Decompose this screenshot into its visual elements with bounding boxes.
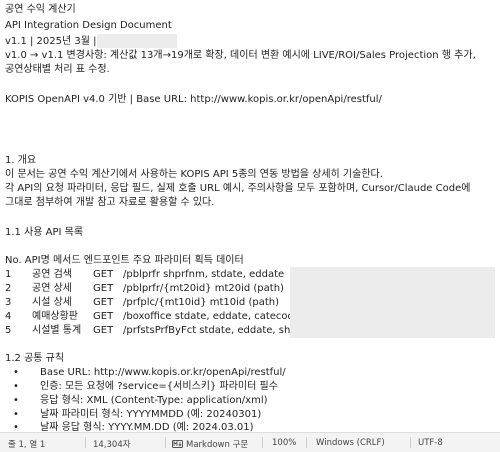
status-divider bbox=[165, 437, 166, 448]
doc-subtitle: API Integration Design Document bbox=[5, 20, 172, 31]
section-1-2-title: 1.2 공통 규칙 bbox=[5, 353, 65, 364]
redacted-block bbox=[97, 34, 177, 48]
section-1-para-2: 각 API의 요청 파라미터, 응답 필드, 실제 호출 URL 예시, 주의사… bbox=[5, 183, 471, 194]
changelog-line-1: v1.0 → v1.1 변경사항: 계산값 13개→19개로 확장, 데이터 변… bbox=[5, 50, 476, 61]
doc-title: 공연 수익 계산기 bbox=[5, 4, 76, 15]
doc-version-line: v1.1 | 2025년 3월 | bbox=[5, 36, 97, 47]
language-mode-label: Markdown 구문 bbox=[186, 440, 249, 450]
character-count: 14,304자 bbox=[93, 440, 131, 450]
zoom-level[interactable]: 100% bbox=[272, 438, 296, 448]
bullet-icon: • bbox=[13, 395, 19, 406]
redacted-block bbox=[290, 267, 495, 338]
status-divider bbox=[306, 437, 307, 448]
cursor-position[interactable]: 줄 1, 열 1 bbox=[8, 438, 45, 450]
changelog-line-2: 공연상태별 처리 표 수정. bbox=[5, 64, 110, 75]
encoding[interactable]: UTF-8 bbox=[418, 438, 443, 448]
editor-text-area[interactable]: 공연 수익 계산기 API Integration Design Documen… bbox=[0, 0, 500, 432]
section-1-para-3: 그대로 첨부하여 개발 참고 자료로 활용할 수 있다. bbox=[5, 197, 215, 208]
bullet-icon: • bbox=[13, 422, 19, 432]
markdown-icon bbox=[172, 440, 183, 448]
section-1-1-title: 1.1 사용 API 목록 bbox=[5, 227, 84, 238]
status-divider bbox=[85, 437, 86, 448]
language-mode[interactable]: Markdown 구문 bbox=[172, 438, 248, 450]
api-base-line: KOPIS OpenAPI v4.0 기반 | Base URL: http:/… bbox=[5, 94, 382, 105]
section-1-title: 1. 개요 bbox=[5, 155, 37, 166]
status-divider bbox=[262, 437, 263, 448]
bullet-icon: • bbox=[13, 367, 19, 378]
bullet-icon: • bbox=[13, 409, 19, 420]
status-bar: 줄 1, 열 1 14,304자 Markdown 구문 100% Window… bbox=[0, 432, 500, 452]
table-header: No. API명 메서드 엔드포인트 주요 파라미터 획득 데이터 bbox=[5, 255, 244, 266]
section-1-para-1: 이 문서는 공연 수익 계산기에서 사용하는 KOPIS API 5종의 연동 … bbox=[5, 169, 383, 180]
status-divider bbox=[410, 437, 411, 448]
bullet-icon: • bbox=[13, 381, 19, 392]
line-ending[interactable]: Windows (CRLF) bbox=[316, 438, 385, 448]
